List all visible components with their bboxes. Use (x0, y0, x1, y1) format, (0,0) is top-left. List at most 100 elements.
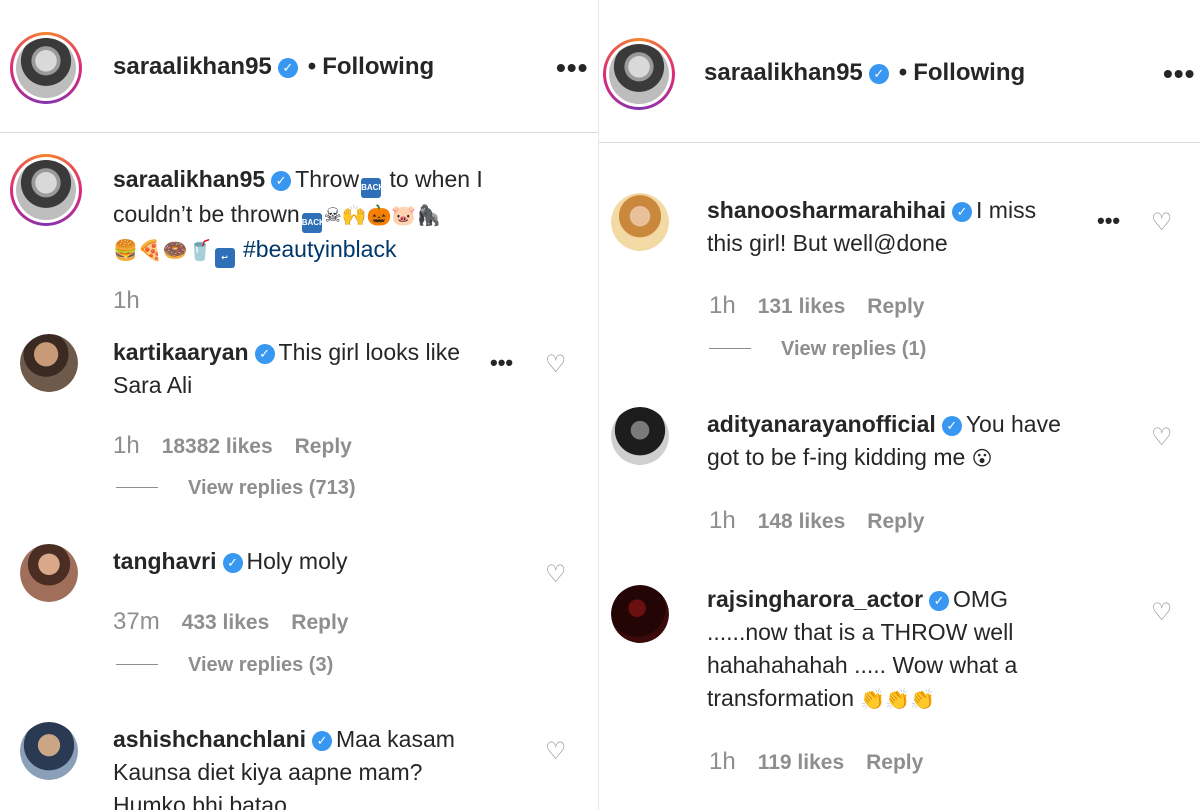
view-replies-button[interactable]: View replies (713) (116, 477, 356, 500)
verified-badge-icon: ✓ (941, 416, 962, 436)
comment-text: tanghavri ✓ Holy moly (113, 545, 543, 578)
comment-meta: 1h 119 likes Reply (709, 748, 945, 776)
caption-avatar[interactable] (10, 154, 82, 226)
like-heart-icon[interactable]: ♡ (1151, 598, 1173, 626)
reply-button[interactable]: Reply (291, 611, 348, 634)
view-replies-label: View replies (713) (188, 477, 356, 499)
comment-likes[interactable]: 148 likes (758, 510, 846, 533)
comment-username[interactable]: adityanarayanofficial (707, 411, 936, 437)
verified-badge-icon: ✓ (254, 344, 275, 364)
comment-body: This girl looks like (278, 339, 461, 365)
view-replies-button[interactable]: View replies (3) (116, 654, 333, 677)
profile-photo (609, 44, 669, 104)
caption-meta: 1h (113, 287, 162, 315)
commenter-avatar[interactable] (20, 722, 78, 780)
comment-likes[interactable]: 18382 likes (162, 435, 273, 458)
commenter-photo (20, 544, 78, 602)
caption-time[interactable]: 1h (113, 287, 140, 314)
reply-button[interactable]: Reply (866, 751, 923, 774)
view-replies-button[interactable]: View replies (1) (709, 338, 926, 361)
comment-body: Sara Ali (113, 372, 193, 398)
following-button[interactable]: Following (913, 59, 1025, 86)
commenter-avatar[interactable] (611, 193, 669, 251)
comment-body: OMG (953, 586, 1008, 612)
left-comments-panel: saraalikhan95 ✓ • Following ••• saraalikhan… (0, 0, 598, 810)
right-comments-panel: saraalikhan95 ✓ • Following ••• shanoosharm… (598, 0, 1200, 810)
comment-meta: 1h 131 likes Reply (709, 292, 946, 320)
commenter-avatar[interactable] (611, 585, 669, 643)
caption-username[interactable]: saraalikhan95 (113, 166, 265, 192)
following-button[interactable]: Following (322, 53, 434, 80)
verified-badge-icon: ✓ (952, 202, 973, 222)
return-arrow-emoji-icon: ↩ (214, 248, 235, 268)
caption-text-part: couldn’t be thrown (113, 201, 300, 227)
reply-button[interactable]: Reply (295, 435, 352, 458)
like-heart-icon[interactable]: ♡ (1151, 423, 1173, 451)
verified-badge-icon: ✓ (222, 553, 243, 573)
separator-dot: • (898, 59, 908, 86)
surprised-face-emoji: 😮 (971, 446, 993, 470)
caption-food-emojis: 🍔🍕🍩🥤 (113, 238, 213, 262)
comment-time[interactable]: 1h (709, 507, 736, 534)
comment-likes[interactable]: 119 likes (758, 751, 844, 774)
comment-likes[interactable]: 131 likes (758, 295, 846, 318)
comment-time[interactable]: 1h (709, 748, 736, 775)
comment-likes[interactable]: 433 likes (182, 611, 270, 634)
commenter-photo (611, 193, 669, 251)
header-title: saraalikhan95 ✓ • Following (113, 53, 434, 81)
comment-username[interactable]: ashishchanchlani (113, 726, 306, 752)
like-heart-icon[interactable]: ♡ (545, 737, 567, 765)
comment-time[interactable]: 1h (709, 292, 736, 319)
comment-text: ashishchanchlani ✓ Maa kasam Kaunsa diet k… (113, 723, 543, 810)
reply-button[interactable]: Reply (867, 295, 924, 318)
comment-meta: 1h 18382 likes Reply (113, 432, 374, 460)
comment-body: transformation (707, 685, 855, 711)
like-heart-icon[interactable]: ♡ (545, 350, 567, 378)
comment-body: I miss (976, 197, 1037, 223)
header-avatar[interactable] (10, 32, 82, 104)
header-username[interactable]: saraalikhan95 (704, 59, 863, 86)
header-avatar[interactable] (603, 38, 675, 110)
comment-text: rajsingharora_actor ✓ OMG ......now that i… (707, 583, 1137, 716)
commenter-photo (611, 585, 669, 643)
comment-text: adityanarayanofficial ✓ You have got to be… (707, 408, 1137, 475)
more-options-icon[interactable]: ••• (556, 54, 588, 82)
comment-body: ......now that is a THROW well (707, 619, 1014, 645)
comment-time[interactable]: 37m (113, 608, 160, 635)
commenter-avatar[interactable] (611, 407, 669, 465)
header-title: saraalikhan95 ✓ • Following (704, 59, 1025, 87)
comment-username[interactable]: rajsingharora_actor (707, 586, 923, 612)
comment-body: Holy moly (246, 548, 348, 574)
comment-more-icon[interactable]: ••• (490, 350, 513, 376)
verified-badge-icon: ✓ (929, 591, 950, 611)
separator-dot: • (307, 53, 317, 80)
comment-username[interactable]: tanghavri (113, 548, 217, 574)
more-options-icon[interactable]: ••• (1163, 60, 1195, 88)
header-divider (0, 132, 598, 133)
caption-text-part: Throw (295, 166, 360, 192)
profile-photo (16, 160, 76, 220)
like-heart-icon[interactable]: ♡ (545, 560, 567, 588)
comment-more-icon[interactable]: ••• (1097, 208, 1120, 234)
commenter-avatar[interactable] (20, 544, 78, 602)
commenter-photo (20, 722, 78, 780)
verified-badge-icon: ✓ (868, 64, 889, 84)
comment-body: got to be f-ing kidding me (707, 444, 966, 470)
profile-photo (16, 38, 76, 98)
comment-username[interactable]: kartikaaryan (113, 339, 249, 365)
comment-meta: 37m 433 likes Reply (113, 608, 370, 636)
view-replies-label: View replies (3) (188, 654, 334, 676)
like-heart-icon[interactable]: ♡ (1151, 208, 1173, 236)
comment-time[interactable]: 1h (113, 432, 140, 459)
hashtag-link[interactable]: #beautyinblack (243, 236, 396, 262)
comment-body: Maa kasam (336, 726, 455, 752)
comment-body: Humko bhi batao (113, 792, 287, 810)
view-replies-line (709, 348, 751, 349)
comment-body: hahahahahah ..... Wow what a (707, 652, 1018, 678)
reply-button[interactable]: Reply (867, 510, 924, 533)
commenter-avatar[interactable] (20, 334, 78, 392)
view-replies-line (116, 664, 158, 665)
comment-username[interactable]: shanoosharmarahihai (707, 197, 946, 223)
verified-badge-icon: ✓ (271, 171, 292, 191)
header-username[interactable]: saraalikhan95 (113, 53, 272, 80)
